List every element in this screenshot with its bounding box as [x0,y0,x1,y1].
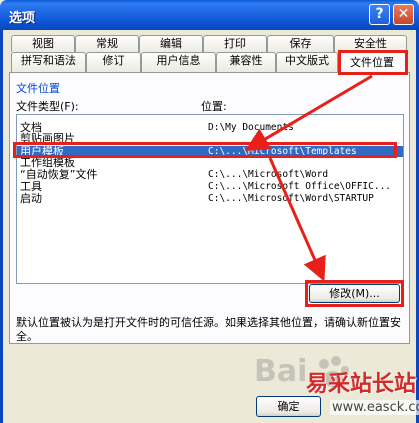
arrow-icon [268,157,326,282]
watermark-brand: Bai [254,354,308,389]
annotation-arrows [244,74,373,282]
arrow-icon [244,74,373,152]
watermark-url: www.easck.com [330,400,419,415]
watermark-site-name: 易采站长站 [306,371,417,397]
